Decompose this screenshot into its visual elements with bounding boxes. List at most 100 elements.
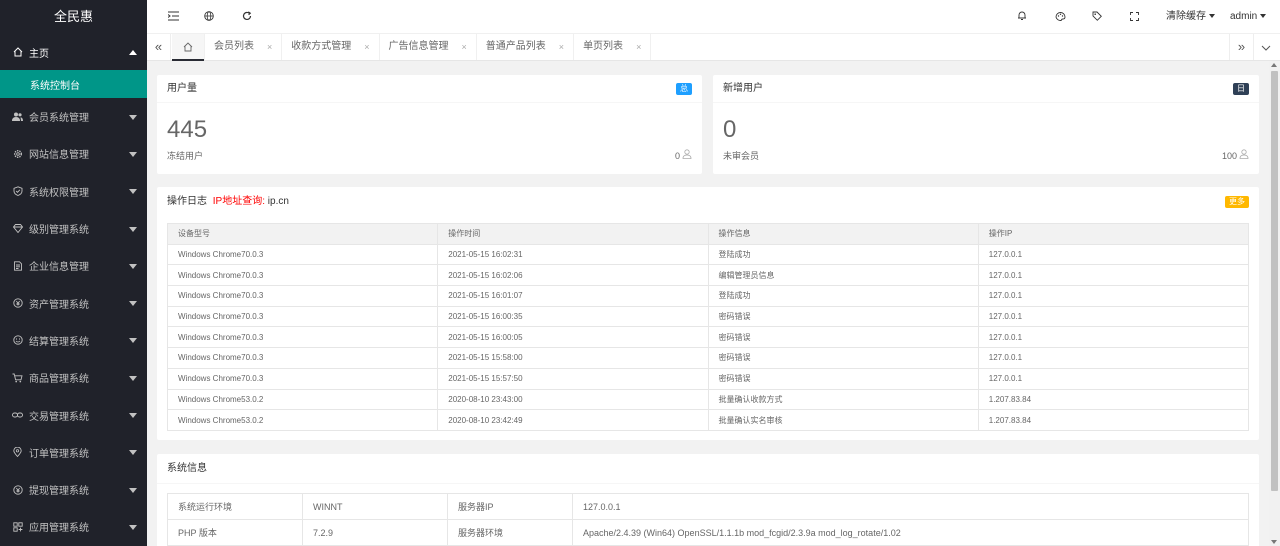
sidebar-item-home[interactable]: 主页 — [0, 34, 147, 70]
gear-icon — [12, 148, 23, 159]
tab-4[interactable]: 普通产品列表 × — [477, 34, 575, 60]
theme-icon[interactable] — [1050, 0, 1070, 34]
sidebar-item-label: 商品管理系统 — [29, 374, 89, 386]
refresh-icon[interactable] — [237, 0, 257, 34]
sidebar-item-5[interactable]: 企业信息管理 — [0, 247, 147, 284]
scroll-up-icon[interactable] — [1271, 63, 1277, 67]
clear-cache-label: 清除缓存 — [1166, 11, 1206, 22]
tab-5[interactable]: 单页列表 × — [574, 34, 652, 60]
sidebar-subitem-console[interactable]: 系统控制台 — [0, 70, 147, 98]
user-dropdown[interactable]: admin — [1230, 0, 1267, 34]
tab-label: 广告信息管理 — [388, 41, 449, 52]
table-cell: Windows Chrome70.0.3 — [166, 305, 439, 328]
home-icon — [183, 42, 193, 52]
chevron-up-icon — [129, 50, 137, 55]
tab-label: 会员列表 — [214, 41, 254, 52]
apps-icon — [12, 521, 23, 532]
bell-icon[interactable] — [1012, 0, 1032, 34]
sidebar-item-6[interactable]: 资产管理系统 — [0, 284, 147, 321]
card-header: 用户量 总 — [157, 75, 702, 103]
chevron-down-icon — [129, 413, 137, 419]
info-label: 服务器环境 — [447, 519, 573, 546]
sidebar-item-11[interactable]: 提现管理系统 — [0, 471, 147, 508]
table-row: Windows Chrome70.0.3 2021-05-15 16:02:31 登… — [166, 243, 1250, 266]
card-title: 系统信息 — [167, 463, 207, 474]
ip-site-link[interactable]: ip.cn — [268, 196, 289, 207]
table-row: Windows Chrome53.0.2 2020-08-10 23:43:00 批… — [166, 388, 1250, 411]
sidebar-item-8[interactable]: 商品管理系统 — [0, 359, 147, 396]
pending-members-value: 100 — [1221, 151, 1237, 161]
tab-1[interactable]: 会员列表 × — [205, 34, 283, 60]
table-cell: 2021-05-15 16:02:31 — [437, 243, 709, 266]
chevron-down-icon — [129, 450, 137, 456]
info-label: 系统运行环境 — [167, 493, 303, 520]
close-icon[interactable]: × — [462, 34, 467, 60]
sidebar-item-1[interactable]: 会员系统管理 — [0, 98, 147, 135]
card-header: 操作日志 IP地址查询: ip.cn 更多 — [157, 187, 1259, 217]
close-icon[interactable]: × — [267, 34, 272, 60]
user-count: 445 — [167, 116, 208, 143]
chevron-down-icon — [129, 263, 137, 269]
card-title: 操作日志 — [167, 196, 207, 207]
page-scrollbar[interactable] — [1269, 61, 1280, 546]
cart-icon — [12, 372, 23, 383]
close-icon[interactable]: × — [559, 34, 564, 60]
close-icon[interactable]: × — [364, 34, 369, 60]
table-row: Windows Chrome70.0.3 2021-05-15 16:00:35 密… — [166, 305, 1250, 328]
globe-icon[interactable] — [199, 0, 219, 34]
tabs-scroll-left-icon[interactable]: « — [147, 34, 171, 60]
info-label: PHP 版本 — [167, 519, 303, 546]
chevron-down-icon — [129, 524, 137, 530]
sidebar-item-12[interactable]: 应用管理系统 — [0, 508, 147, 545]
table-cell: 批量确认收款方式 — [707, 388, 979, 411]
menu-toggle-icon[interactable] — [163, 0, 183, 34]
tag-icon[interactable] — [1087, 0, 1107, 34]
card-header: 系统信息 — [157, 454, 1259, 484]
clear-cache-dropdown[interactable]: 清除缓存 — [1166, 0, 1215, 34]
system-info-table: 系统运行环境 WINNT 服务器IP 127.0.0.1 PHP 版本 7.2.9 服务器环… — [167, 493, 1249, 546]
tabs-menu-chevron-down-icon[interactable] — [1253, 34, 1277, 60]
sidebar-item-3[interactable]: 系统权限管理 — [0, 173, 147, 210]
sidebar-item-label: 订单管理系统 — [29, 448, 89, 460]
table-cell: 密码错误 — [707, 347, 979, 369]
stat-card-new-users: 新增用户 日 0 未审会员 100 — [713, 75, 1259, 174]
sidebar-item-label: 级别管理系统 — [29, 225, 89, 237]
table-cell: Windows Chrome70.0.3 — [166, 347, 439, 369]
tabs-scroll-right-icon[interactable]: » — [1229, 34, 1253, 60]
tab-home[interactable] — [172, 34, 205, 61]
table-cell: 127.0.0.1 — [977, 367, 1250, 390]
table-cell: 2021-05-15 16:00:05 — [437, 326, 709, 349]
user-name: admin — [1230, 11, 1258, 22]
sidebar-item-2[interactable]: 网站信息管理 — [0, 135, 147, 172]
pending-members-label: 未审会员 — [723, 151, 760, 161]
chevron-down-icon — [129, 226, 137, 232]
operation-log-card: 操作日志 IP地址查询: ip.cn 更多 设备型号 操作时间 操作信息 操作IP W… — [157, 187, 1259, 440]
coin-icon — [12, 484, 23, 495]
caret-down-icon — [1260, 14, 1267, 19]
sidebar-item-9[interactable]: 交易管理系统 — [0, 396, 147, 433]
app-logo[interactable]: 全民惠 — [0, 0, 147, 34]
table-cell: 127.0.0.1 — [977, 347, 1250, 369]
home-icon — [12, 47, 23, 58]
table-row: PHP 版本 7.2.9 服务器环境 Apache/2.4.39 (Win64) Op… — [167, 519, 1249, 546]
tab-3[interactable]: 广告信息管理 × — [380, 34, 477, 60]
sidebar-item-4[interactable]: 级别管理系统 — [0, 210, 147, 247]
more-button[interactable]: 更多 — [1225, 196, 1249, 208]
close-icon[interactable]: × — [636, 34, 641, 60]
sidebar-item-10[interactable]: 订单管理系统 — [0, 434, 147, 471]
scroll-down-icon[interactable] — [1271, 540, 1277, 544]
top-header: 清除缓存 admin — [147, 0, 1280, 34]
sidebar: 全民惠 主页 系统控制台 会员系统管理 网站信息管理 系统权限管理级别管理系统企业信… — [0, 0, 147, 546]
card-title: 用户量 — [167, 83, 197, 94]
sidebar-item-label: 交易管理系统 — [29, 411, 89, 423]
fullscreen-icon[interactable] — [1124, 0, 1144, 34]
table-cell: 密码错误 — [707, 367, 979, 390]
ip-lookup-link[interactable]: IP地址查询 — [213, 196, 262, 207]
sidebar-item-7[interactable]: 结算管理系统 — [0, 322, 147, 359]
column-header: 操作时间 — [437, 223, 709, 245]
table-cell: 127.0.0.1 — [977, 285, 1250, 307]
tab-2[interactable]: 收款方式管理 × — [282, 34, 380, 60]
system-info-card: 系统信息 系统运行环境 WINNT 服务器IP 127.0.0.1 PHP 版本 7.2.… — [157, 454, 1259, 546]
scroll-thumb[interactable] — [1271, 71, 1278, 491]
tab-label: 收款方式管理 — [291, 41, 352, 52]
